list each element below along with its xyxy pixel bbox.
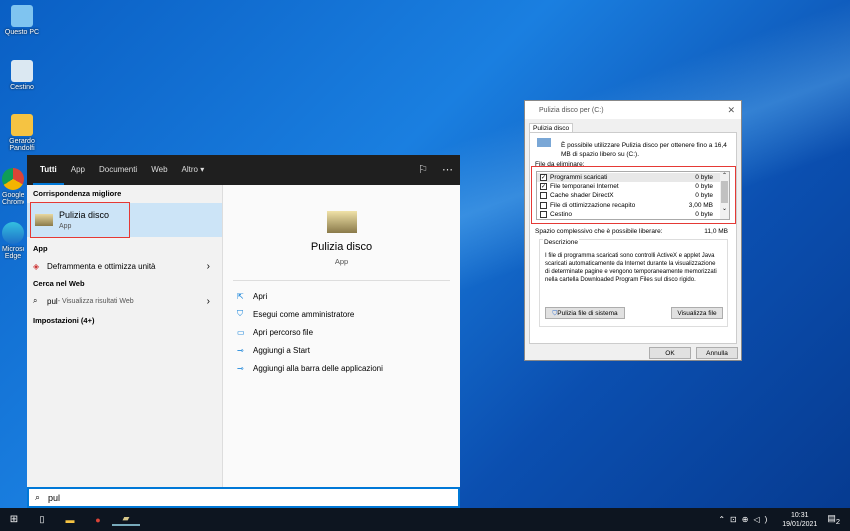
feedback-icon[interactable]: ⚐ (411, 155, 435, 185)
disk-cleanup-large-icon (326, 211, 357, 233)
divider (233, 280, 450, 281)
disk-cleanup-dialog: Pulizia disco per (C:) ✕ Pulizia disco È … (524, 100, 742, 361)
web-result[interactable]: ⌕ pul - Visualizza risultati Web › (27, 292, 222, 310)
open-icon: ⇱ (237, 291, 244, 301)
shield-icon: ⛉ (237, 309, 243, 318)
dialog-titlebar: Pulizia disco per (C:) ✕ (525, 101, 741, 119)
action-run-as-admin[interactable]: ⛉ Esegui come amministratore (223, 305, 460, 323)
web-header: Cerca nel Web (33, 279, 85, 288)
chrome-taskbar-icon[interactable]: ● (84, 515, 112, 525)
action-open[interactable]: ⇱ Apri (223, 287, 460, 305)
ok-button[interactable]: OK (649, 347, 691, 359)
search-icon: ⌕ (35, 492, 41, 502)
tab-web[interactable]: Web (144, 155, 174, 185)
clock[interactable]: 10:31 19/01/2021 (782, 511, 817, 529)
edge-icon (2, 222, 24, 244)
task-view-icon[interactable]: ▯ (28, 514, 56, 525)
action-pin-start[interactable]: ⊸ Aggiungi a Start (223, 341, 460, 359)
cancel-button[interactable]: Annulla (696, 347, 738, 359)
defrag-icon: ◈ (33, 261, 40, 271)
search-input[interactable]: pul (48, 493, 60, 503)
search-tabs: Tutti App Documenti Web Altro ▾ ⚐ ⋯ (27, 155, 460, 185)
close-icon[interactable]: ✕ (727, 105, 735, 116)
desktop-icon-recycle-bin[interactable]: Cestino (2, 60, 42, 91)
chevron-right-icon[interactable]: › (207, 296, 210, 307)
desktop-icon-user-folder[interactable]: Gerardo Pandolfi (2, 114, 42, 152)
desktop-icon-this-pc[interactable]: Questo PC (2, 5, 42, 36)
view-files-button[interactable]: Visualizza file (671, 307, 723, 319)
file-explorer-icon[interactable]: ▬ (56, 515, 84, 525)
chevron-down-icon: ▾ (200, 165, 205, 174)
desktop-icon-chrome[interactable]: Google Chrome (2, 168, 24, 206)
tab-all[interactable]: Tutti (33, 155, 64, 185)
more-options-icon[interactable]: ⋯ (435, 155, 460, 185)
recycle-bin-icon (11, 60, 33, 82)
chevron-right-icon[interactable]: › (207, 261, 210, 272)
computer-icon (11, 5, 33, 27)
pin-icon: ⊸ (237, 363, 244, 373)
search-box[interactable]: ⌕ pul (27, 487, 460, 508)
start-search-panel: Tutti App Documenti Web Altro ▾ ⚐ ⋯ Corr… (27, 155, 460, 487)
start-windows-icon[interactable]: ⊞ (0, 514, 28, 525)
desktop-icon-edge[interactable]: Microsoft Edge (2, 222, 24, 260)
app-header: App (33, 244, 48, 253)
action-pin-taskbar[interactable]: ⊸ Aggiungi alla barra delle applicazioni (223, 359, 460, 377)
highlight-box (531, 166, 736, 224)
results-list: Corrispondenza migliore Pulizia disco App… (27, 185, 222, 487)
folder-icon: ▭ (237, 327, 245, 337)
settings-header[interactable]: Impostazioni (4+) (27, 312, 222, 329)
description-group: Descrizione I file di programma scaricat… (539, 239, 728, 327)
tab-more[interactable]: Altro ▾ (175, 155, 212, 185)
search-icon: ⌕ (33, 296, 38, 305)
result-detail: Pulizia disco App ⇱ Apri ⛉ Esegui come amm… (222, 185, 460, 487)
app-result-defrag[interactable]: ◈ Deframmenta e ottimizza unità › (27, 257, 222, 275)
best-match-header: Corrispondenza migliore (33, 189, 122, 198)
tab-panel: È possibile utilizzare Pulizia disco per… (529, 132, 737, 344)
pin-icon: ⊸ (237, 345, 244, 355)
tab-apps[interactable]: App (64, 155, 92, 185)
taskbar: ⊞ ▯ ▬ ● ▰ ⌃⊡⊕◁) 10:31 19/01/2021 ▤2 (0, 508, 850, 531)
drive-icon (537, 138, 551, 147)
disk-cleanup-taskbar-icon[interactable]: ▰ (112, 513, 140, 526)
action-open-file-location[interactable]: ▭ Apri percorso file (223, 323, 460, 341)
notification-icon[interactable]: ▤2 (827, 513, 840, 526)
chrome-icon (2, 168, 24, 190)
user-folder-icon (11, 114, 33, 136)
tab-documents[interactable]: Documenti (92, 155, 144, 185)
highlight-box (30, 202, 130, 238)
system-cleanup-button[interactable]: ⛉Pulizia file di sistema (545, 307, 625, 319)
tray-icons[interactable]: ⌃⊡⊕◁) (718, 515, 772, 524)
